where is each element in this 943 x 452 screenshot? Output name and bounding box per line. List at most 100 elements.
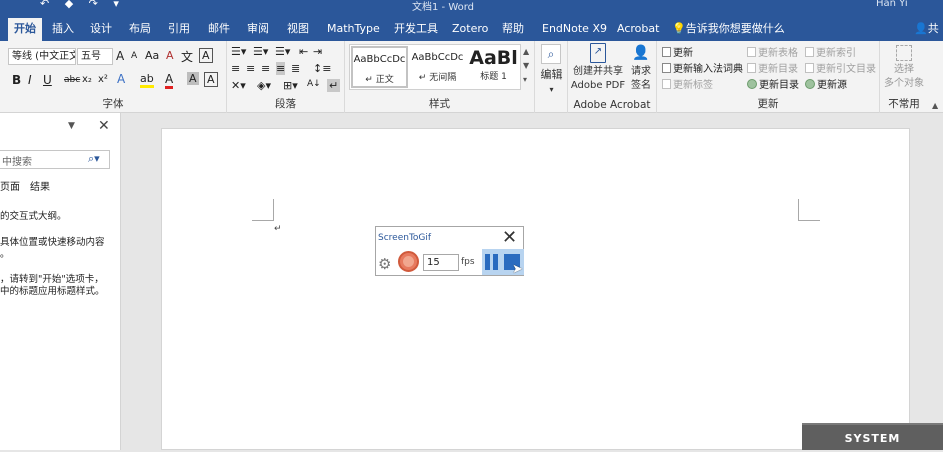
gallery-down-arrow-icon[interactable]: ▼ xyxy=(523,61,529,70)
multilevel-list-button[interactable]: ☰▾ xyxy=(275,45,290,58)
tab-mailings[interactable]: 邮件 xyxy=(204,18,234,41)
subscript-button[interactable]: x₂ xyxy=(82,74,92,85)
borders-button[interactable]: ⊞▾ xyxy=(283,79,298,92)
tab-results[interactable]: 结果 xyxy=(30,178,50,193)
style-normal[interactable]: AaBbCcDc ↵ 正文 xyxy=(351,46,408,88)
update-citation-toc-item[interactable]: 更新引文目录 xyxy=(805,60,876,75)
highlight-button[interactable]: ab xyxy=(140,72,154,88)
increase-indent-button[interactable]: ⇥ xyxy=(313,45,322,58)
tab-insert[interactable]: 插入 xyxy=(48,18,78,41)
update-index-item[interactable]: 更新索引 xyxy=(805,44,856,59)
tell-me-box[interactable]: 💡告诉我你想要做什么 xyxy=(668,18,789,41)
pause-icon-bar2[interactable] xyxy=(493,254,498,270)
font-size-select[interactable]: 五号 xyxy=(77,48,113,65)
gear-icon[interactable]: ⚙ xyxy=(378,255,391,273)
tab-zotero[interactable]: Zotero xyxy=(448,18,492,41)
pause-icon-bar1[interactable] xyxy=(485,254,490,270)
record-button[interactable] xyxy=(398,251,419,272)
superscript-button[interactable]: x² xyxy=(98,74,108,85)
line-spacing-button[interactable]: ↕≡ xyxy=(313,62,331,75)
gallery-up-arrow-icon[interactable]: ▲ xyxy=(523,47,529,56)
font-color-button[interactable]: A xyxy=(165,72,174,89)
pane-options-icon[interactable]: ▼ xyxy=(68,121,75,131)
tab-review[interactable]: 审阅 xyxy=(243,18,273,41)
chinese-layout-button[interactable]: ✕▾ xyxy=(231,79,246,92)
grow-font-button[interactable]: A xyxy=(116,49,124,63)
document-title: 文档1 - Word xyxy=(412,2,475,13)
tab-pages[interactable]: 页面 xyxy=(0,178,20,193)
update-source-item[interactable]: 更新源 xyxy=(805,76,847,91)
style-normal-name: ↵ 正文 xyxy=(365,75,394,85)
char-shading-button[interactable]: A xyxy=(187,72,199,85)
create-pdf-button[interactable]: ↗ 创建并共享 Adobe PDF xyxy=(570,43,626,93)
fps-input[interactable]: 15 xyxy=(423,254,459,271)
paragraph-mark: ↵ xyxy=(274,224,282,234)
nav-help-text-5: 中的标题应用标题样式。 xyxy=(0,286,105,297)
font-name-select[interactable]: 等线 (中文正文) xyxy=(8,48,76,65)
request-sign-button[interactable]: 👤 请求 签名 xyxy=(627,43,655,93)
quick-access-toolbar[interactable]: ↶ ◆ ↷ ▾ xyxy=(40,0,125,10)
align-right-button[interactable]: ≡ xyxy=(261,62,270,75)
select-objects-button[interactable]: 选择 多个对象 xyxy=(880,45,928,91)
tab-endnote[interactable]: EndNote X9 xyxy=(538,18,611,41)
close-icon[interactable]: ✕ xyxy=(502,227,517,248)
share-button[interactable]: 👤共享 xyxy=(910,18,943,57)
tab-references[interactable]: 引用 xyxy=(164,18,194,41)
bold-button[interactable]: B xyxy=(12,73,21,87)
show-marks-button[interactable]: ↵ xyxy=(327,79,341,92)
change-case-button[interactable]: Aa xyxy=(145,49,159,62)
sort-button[interactable]: A↓ xyxy=(307,79,321,89)
strikethrough-button[interactable]: abc xyxy=(64,75,80,85)
style-normal-label: 正文 xyxy=(375,75,394,85)
tab-help[interactable]: 帮助 xyxy=(498,18,528,41)
underline-button[interactable]: U xyxy=(43,73,52,87)
tab-developer[interactable]: 开发工具 xyxy=(390,18,442,41)
style-heading1[interactable]: AaBl 标题 1 xyxy=(466,46,521,88)
align-center-button[interactable]: ≡ xyxy=(246,62,255,75)
style-normal-preview: AaBbCcDc xyxy=(353,54,406,65)
nav-help-text-2: 具体位置或快速移动内容 xyxy=(0,237,105,248)
search-document-input[interactable]: 中搜索 ⌕▾ xyxy=(0,150,110,169)
decrease-indent-button[interactable]: ⇤ xyxy=(299,45,308,58)
enclose-char-button[interactable]: A xyxy=(199,48,213,63)
update-toc-item[interactable]: 更新目录 xyxy=(747,76,799,91)
gallery-more-icon[interactable]: ▾ xyxy=(523,75,527,84)
distributed-button[interactable]: ≣ xyxy=(291,62,300,75)
update-table-item[interactable]: 更新表格 xyxy=(747,44,798,59)
tab-view[interactable]: 视图 xyxy=(283,18,313,41)
text-effects-button[interactable]: A xyxy=(117,72,125,86)
bullets-button[interactable]: ☰▾ xyxy=(231,45,246,58)
update-toc-disabled-label: 更新目录 xyxy=(758,64,798,75)
editing-group[interactable]: ⌕ 编辑 ▾ xyxy=(535,41,568,113)
shrink-font-button[interactable]: A xyxy=(131,51,137,61)
user-name[interactable]: Han Yi xyxy=(876,0,908,9)
justify-button[interactable]: ≡ xyxy=(276,62,286,75)
tab-mathtype[interactable]: MathType xyxy=(323,18,384,41)
nav-help-text-1: 的交互式大纲。 xyxy=(0,211,67,222)
tab-acrobat[interactable]: Acrobat xyxy=(613,18,663,41)
update-toc-disabled-item[interactable]: 更新目录 xyxy=(747,60,798,75)
tab-design[interactable]: 设计 xyxy=(86,18,116,41)
style-no-spacing[interactable]: AaBbCcDc ↵ 无间隔 xyxy=(409,46,466,88)
system-badge: SYSTEM xyxy=(802,423,943,450)
italic-button[interactable]: I xyxy=(28,73,32,87)
style-no-spacing-preview: AaBbCcDc xyxy=(411,52,464,63)
update-tags-item[interactable]: 更新标签 xyxy=(662,76,713,91)
char-border-button[interactable]: A xyxy=(204,72,218,87)
pdf-share-icon: ↗ xyxy=(590,43,606,63)
numbering-button[interactable]: ☰▾ xyxy=(253,45,268,58)
tab-home[interactable]: 开始 xyxy=(8,18,42,41)
ribbon: 等线 (中文正文) 五号 A A Aa A 文 A B I U abc x₂ x… xyxy=(0,41,943,113)
update-ime-dict-item[interactable]: 更新输入法词典 xyxy=(662,60,743,75)
close-icon[interactable]: ✕ xyxy=(98,118,110,134)
update-item[interactable]: 更新 xyxy=(662,44,693,59)
shading-button[interactable]: ◈▾ xyxy=(257,79,271,92)
align-left-button[interactable]: ≡ xyxy=(231,62,240,75)
doc-icon xyxy=(805,47,814,57)
document-page[interactable]: ↵ xyxy=(161,128,910,450)
collapse-ribbon-icon[interactable]: ▲ xyxy=(932,101,938,110)
clear-format-button[interactable]: A xyxy=(166,49,174,62)
font-group-label: 字体 xyxy=(102,98,124,110)
tab-layout[interactable]: 布局 xyxy=(125,18,155,41)
phonetic-guide-button[interactable]: 文 xyxy=(181,48,193,65)
